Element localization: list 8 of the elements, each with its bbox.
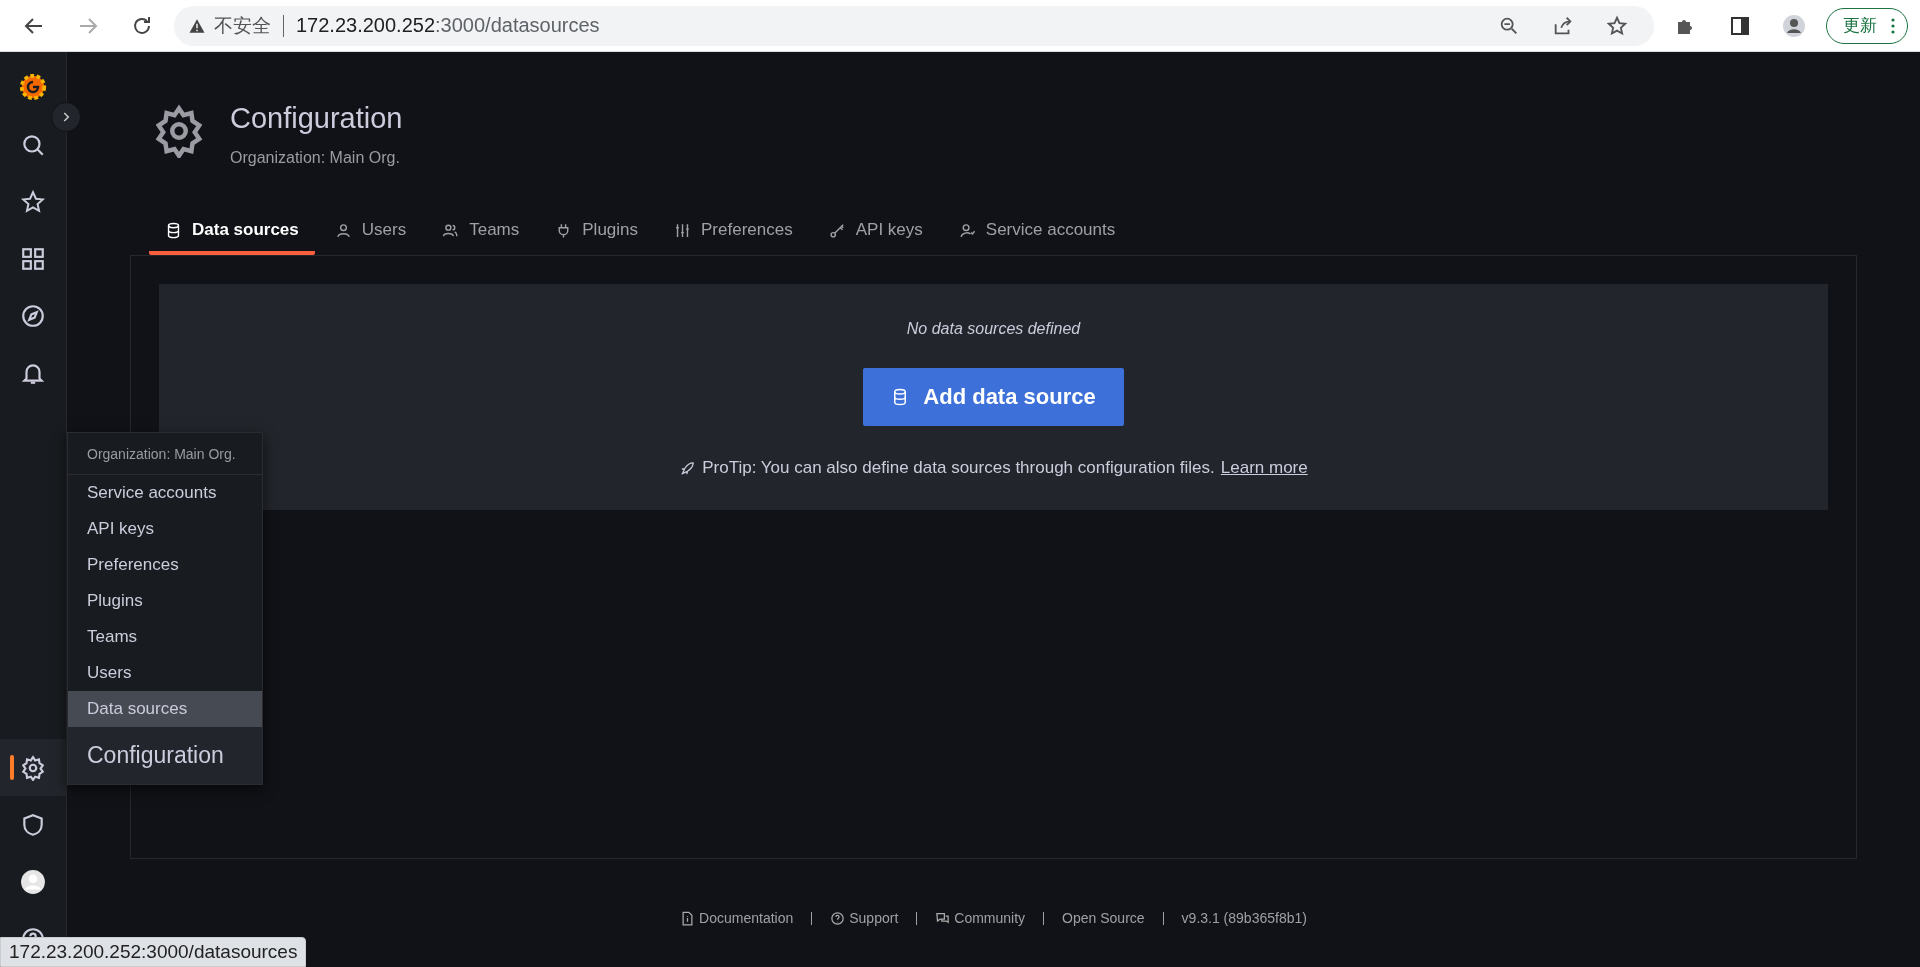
url-text: 172.23.200.252:3000/datasources	[296, 14, 600, 37]
protip-text: ProTip: You can also define data sources through configuration files.	[702, 458, 1215, 478]
security-label: 不安全	[214, 13, 271, 38]
page-title: Configuration	[230, 102, 403, 135]
page-subtitle: Organization: Main Org.	[230, 149, 401, 167]
url-status-tooltip: 172.23.200.252:3000/datasources	[0, 937, 307, 967]
empty-message: No data sources defined	[906, 320, 1081, 338]
menu-header: Organization: Main Org.	[68, 433, 262, 475]
